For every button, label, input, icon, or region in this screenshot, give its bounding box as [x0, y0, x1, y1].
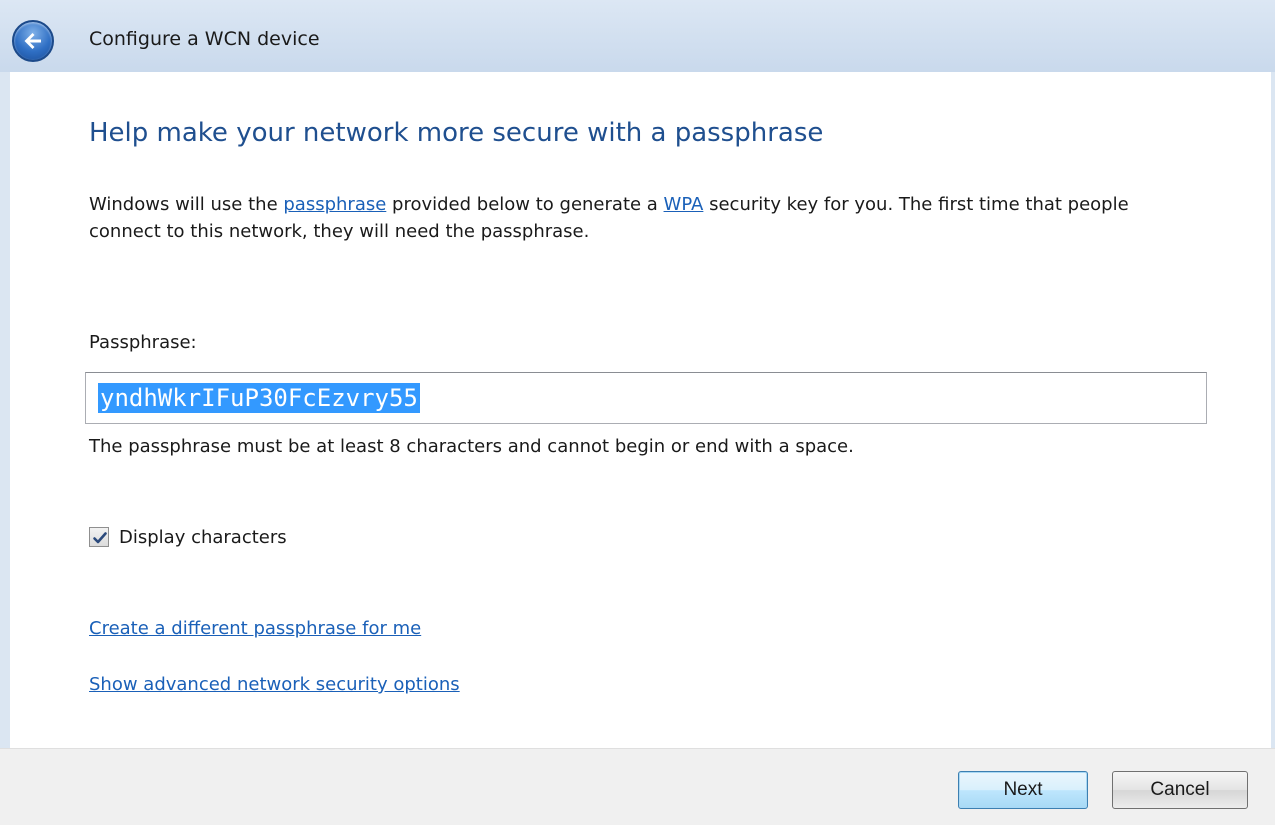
- wcn-wizard-window: Configure a WCN device Help make your ne…: [0, 0, 1275, 825]
- passphrase-hint: The passphrase must be at least 8 charac…: [89, 436, 854, 457]
- cancel-button[interactable]: Cancel: [1112, 771, 1248, 809]
- page-heading: Help make your network more secure with …: [89, 118, 824, 148]
- passphrase-value: yndhWkrIFuP30FcEzvry55: [98, 383, 420, 413]
- display-characters-option[interactable]: Display characters: [89, 524, 287, 550]
- title-bar: Configure a WCN device: [0, 0, 1275, 72]
- back-button[interactable]: [12, 20, 54, 62]
- display-characters-label: Display characters: [119, 526, 287, 548]
- next-button[interactable]: Next: [958, 771, 1088, 809]
- passphrase-link[interactable]: passphrase: [283, 194, 386, 215]
- back-arrow-icon: [24, 33, 41, 49]
- footer-bar: Next Cancel: [0, 748, 1275, 825]
- description-text: Windows will use the passphrase provided…: [89, 191, 1169, 245]
- right-border: [1271, 72, 1275, 748]
- passphrase-input[interactable]: yndhWkrIFuP30FcEzvry55: [85, 372, 1207, 424]
- window-title: Configure a WCN device: [89, 28, 320, 50]
- show-advanced-options-link[interactable]: Show advanced network security options: [89, 674, 460, 695]
- description-part-2: provided below to generate a: [386, 194, 664, 215]
- passphrase-label: Passphrase:: [89, 332, 197, 353]
- create-different-passphrase-link[interactable]: Create a different passphrase for me: [89, 618, 421, 639]
- display-characters-checkbox[interactable]: [89, 527, 109, 547]
- left-border: [0, 72, 10, 748]
- checkmark-icon: [93, 532, 107, 544]
- wpa-link[interactable]: WPA: [664, 194, 704, 215]
- description-part-1: Windows will use the: [89, 194, 284, 215]
